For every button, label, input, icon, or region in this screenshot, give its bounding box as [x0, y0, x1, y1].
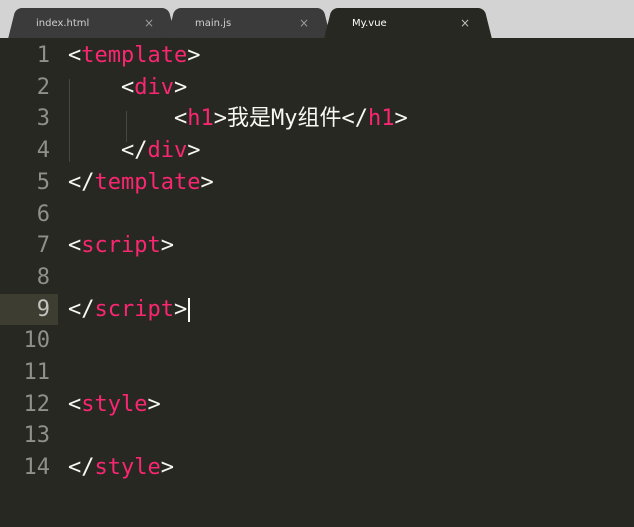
tag-name: div: [134, 74, 174, 100]
line-number: 10: [23, 328, 51, 354]
line-number: 2: [36, 74, 50, 100]
tag-bracket: >: [160, 455, 174, 481]
line-number: 12: [23, 391, 51, 417]
line-number: 6: [36, 201, 50, 227]
tag-bracket: >: [173, 74, 188, 100]
tag-bracket: </: [68, 455, 95, 481]
tag-bracket: >: [187, 138, 201, 164]
tag-bracket: >: [213, 106, 227, 132]
code-text[interactable]: </script>: [68, 294, 191, 325]
tag-bracket: >: [394, 106, 408, 132]
code-line[interactable]: 13: [0, 420, 634, 451]
code-area[interactable]: 1 <template> 2 <div> 3 <h1>我是My组件</h1> 4 </d…: [0, 38, 634, 527]
line-number: 5: [36, 169, 50, 195]
line-number: 14: [23, 455, 51, 481]
code-text[interactable]: </style>: [68, 452, 174, 483]
tag-bracket: <: [68, 391, 82, 417]
tag-bracket: <: [68, 43, 82, 68]
code-line[interactable]: 12 <style>: [0, 389, 634, 420]
tag-bracket: >: [200, 169, 214, 195]
tag-bracket: <: [68, 233, 82, 259]
tag-bracket: >: [147, 391, 161, 417]
tag-name: script: [81, 233, 161, 259]
code-text[interactable]: <h1>我是My组件</h1>: [68, 103, 408, 134]
code-line[interactable]: 10: [0, 325, 634, 356]
tag-bracket: <: [120, 74, 135, 100]
line-number: 9: [0, 293, 58, 325]
tag-bracket: >: [187, 43, 201, 68]
tag-bracket: </: [68, 169, 95, 195]
code-text[interactable]: <style>: [68, 389, 161, 420]
code-text[interactable]: </div>: [68, 135, 201, 166]
tag-bracket: </: [120, 138, 148, 164]
close-icon[interactable]: ×: [460, 16, 470, 30]
code-editor-window: index.html × main.js × My.vue × 1 <templa…: [0, 0, 634, 527]
text-cursor: [188, 297, 191, 322]
code-line[interactable]: 2 <div>: [0, 72, 634, 103]
code-line[interactable]: 11: [0, 357, 634, 388]
tab-label: My.vue: [352, 17, 387, 29]
tag-name: style: [81, 391, 148, 417]
tag-name: h1: [187, 106, 214, 132]
line-number: 11: [23, 360, 51, 385]
tab-label: main.js: [195, 17, 232, 29]
code-line[interactable]: 6: [0, 199, 634, 230]
tag-name: template: [81, 43, 188, 68]
tab-index-html[interactable]: index.html ×: [18, 8, 166, 38]
tag-name: div: [147, 138, 188, 164]
tag-bracket: <: [173, 106, 188, 132]
tag-name: script: [94, 296, 174, 322]
line-number: 1: [36, 43, 50, 68]
tag-name: template: [94, 169, 201, 195]
tag-bracket: >: [173, 296, 188, 322]
tab-my-vue[interactable]: My.vue ×: [334, 8, 482, 38]
line-number: 3: [36, 106, 50, 132]
tab-bar: index.html × main.js × My.vue ×: [0, 0, 634, 39]
tag-name: style: [94, 455, 161, 481]
tab-label: index.html: [36, 17, 90, 29]
tag-bracket: </: [68, 296, 95, 322]
tag-bracket: >: [160, 233, 174, 259]
line-number: 4: [36, 138, 50, 164]
close-icon[interactable]: ×: [299, 16, 309, 30]
code-line[interactable]: 1 <template>: [0, 40, 634, 71]
code-text[interactable]: <div>: [68, 72, 187, 103]
code-line[interactable]: 5 </template>: [0, 167, 634, 198]
code-text[interactable]: </template>: [68, 167, 214, 198]
code-line[interactable]: 8: [0, 262, 634, 293]
code-line[interactable]: 14 </style>: [0, 452, 634, 483]
close-icon[interactable]: ×: [144, 16, 154, 30]
code-line[interactable]: 3 <h1>我是My组件</h1>: [0, 103, 634, 134]
code-line[interactable]: 7 <script>: [0, 230, 634, 261]
tab-main-js[interactable]: main.js ×: [177, 8, 321, 38]
code-line[interactable]: 9 </script>: [0, 293, 634, 325]
code-text[interactable]: <template>: [68, 40, 200, 71]
tag-bracket: </: [341, 106, 368, 132]
line-number: 8: [36, 264, 50, 290]
line-number: 13: [23, 423, 51, 449]
code-text[interactable]: <script>: [68, 230, 174, 261]
tag-name: h1: [367, 106, 395, 132]
code-line[interactable]: 4 </div>: [0, 135, 634, 166]
text-content: 我是My组件: [226, 106, 342, 132]
line-number: 7: [36, 233, 50, 259]
